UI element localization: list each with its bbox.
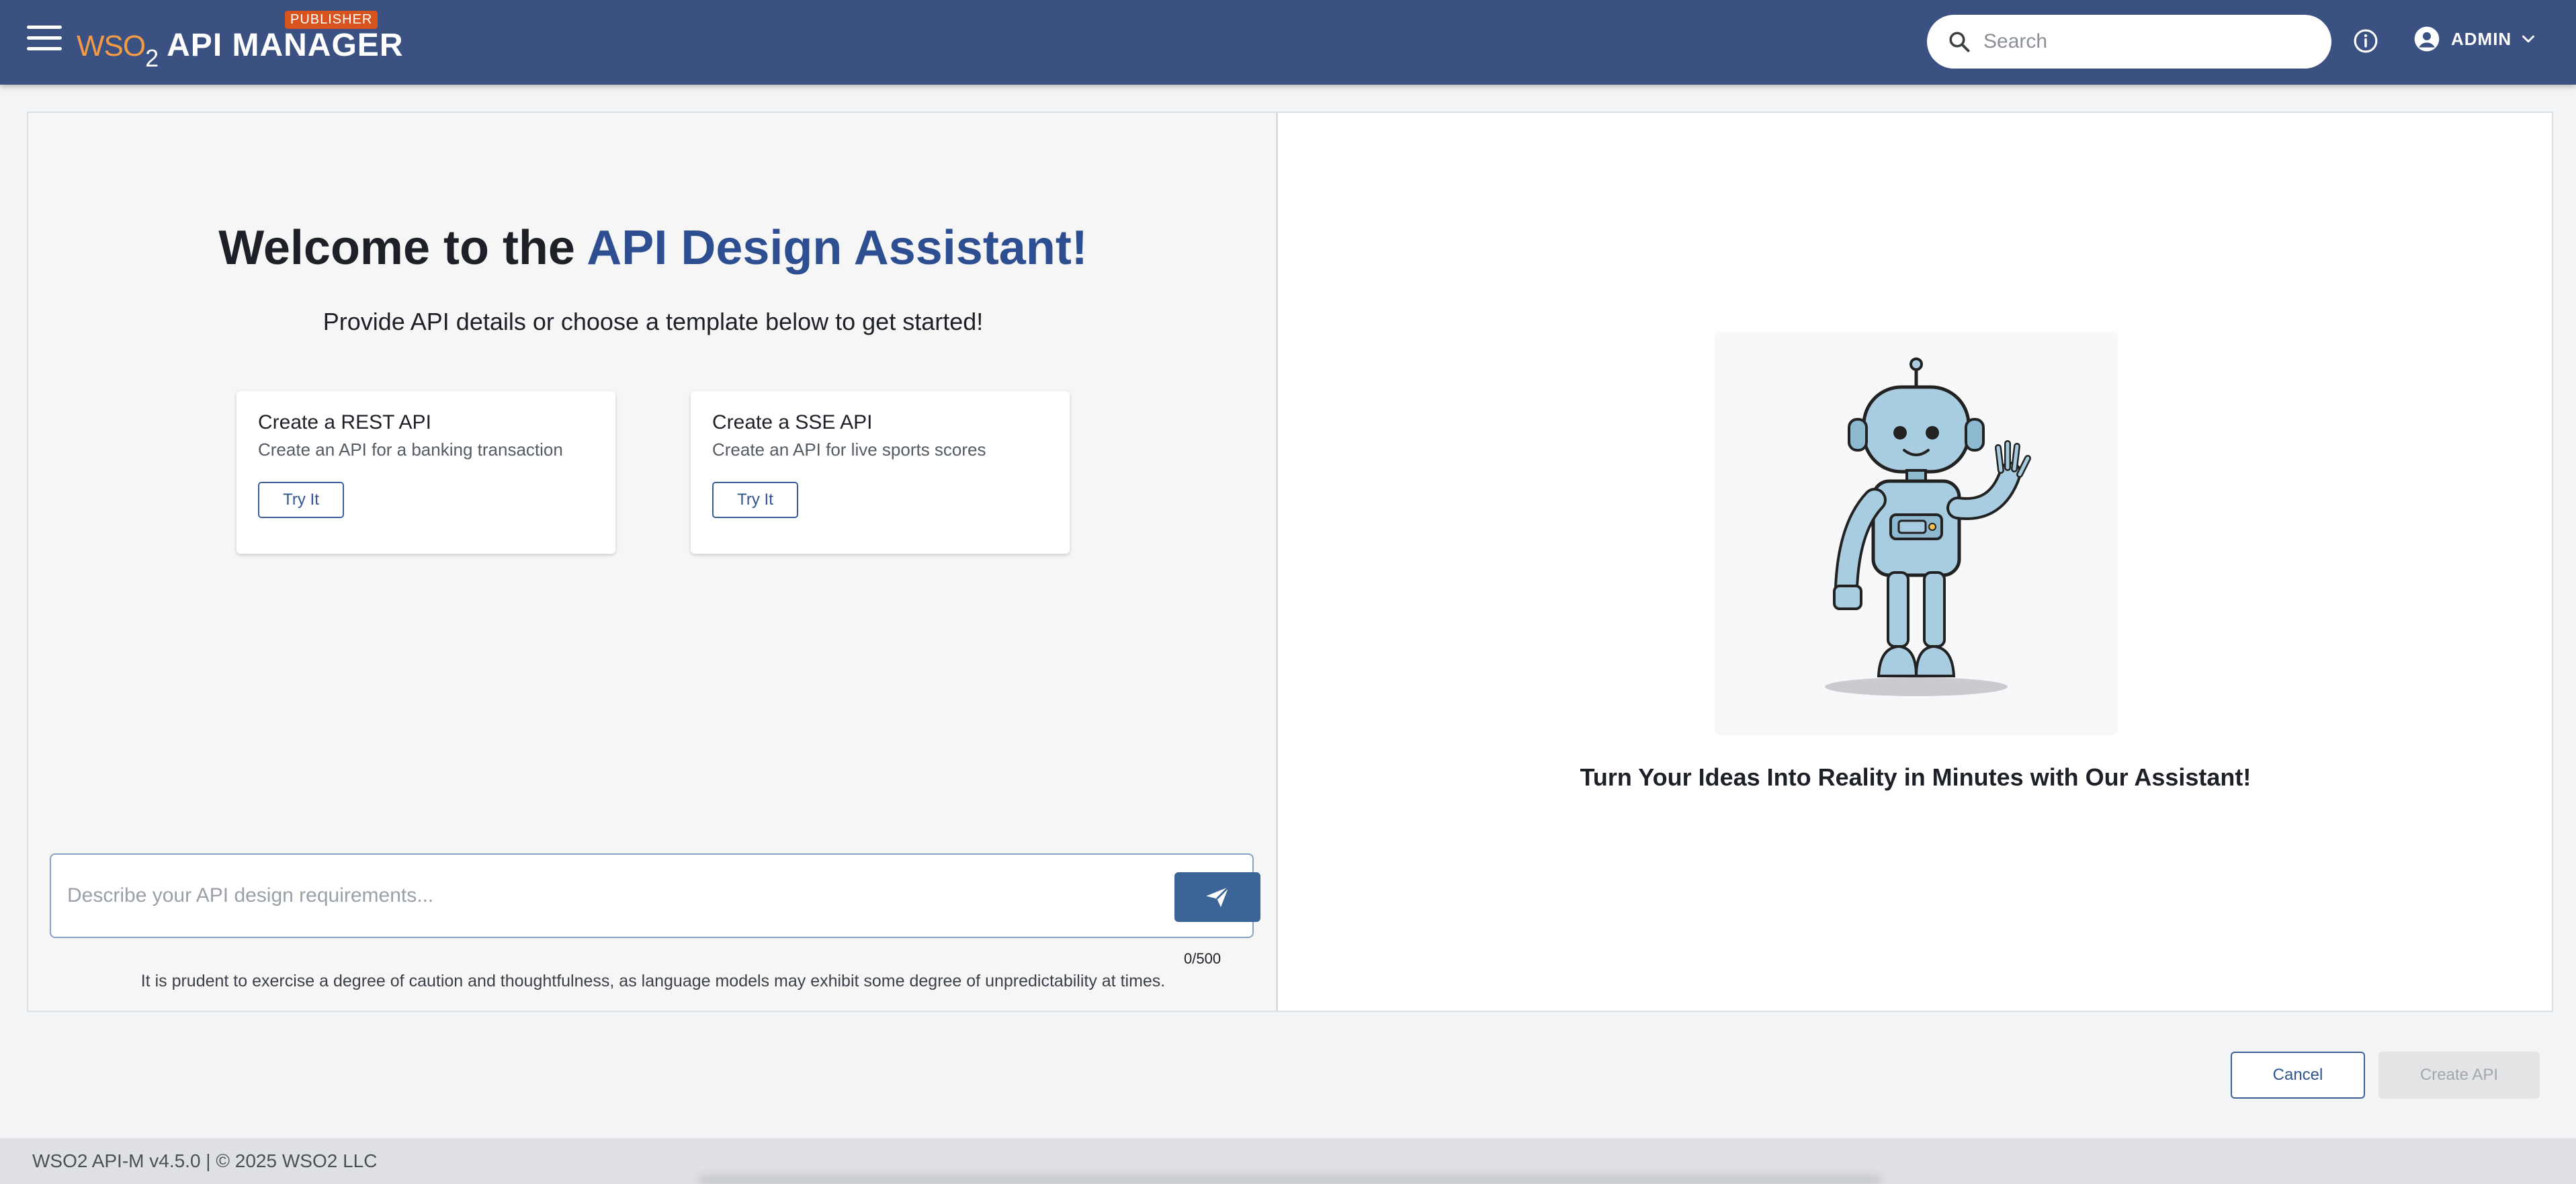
- chevron-down-icon: [2522, 35, 2535, 43]
- send-button[interactable]: [1174, 872, 1260, 922]
- info-icon[interactable]: [2353, 28, 2378, 54]
- robot-illustration: [1715, 332, 2118, 735]
- template-title: Create a SSE API: [712, 411, 873, 433]
- prompt-input[interactable]: [67, 879, 1142, 913]
- footer: WSO2 API-M v4.5.0 | © 2025 WSO2 LLC: [0, 1138, 2576, 1184]
- logo-sub: 2: [145, 44, 159, 72]
- send-icon: [1206, 886, 1230, 907]
- cancel-button[interactable]: Cancel: [2231, 1052, 2365, 1099]
- template-card-rest: Create a REST API Create an API for a ba…: [237, 391, 615, 554]
- user-menu[interactable]: ADMIN: [2413, 26, 2538, 52]
- user-name: ADMIN: [2451, 28, 2512, 49]
- search-icon: [1949, 32, 1970, 52]
- template-card-sse: Create a SSE API Create an API for live …: [691, 391, 1070, 554]
- footer-shadow: [699, 1176, 1881, 1184]
- illustration-panel: Turn Your Ideas Into Reality in Minutes …: [1279, 113, 2552, 1011]
- account-circle-icon: [2414, 26, 2440, 52]
- welcome-heading: Welcome to the API Design Assistant!: [28, 220, 1278, 276]
- chat-panel: Welcome to the API Design Assistant! Pro…: [28, 113, 1278, 1011]
- design-assistant-panel: Welcome to the API Design Assistant! Pro…: [27, 112, 2553, 1012]
- prompt-box: [50, 853, 1260, 938]
- publisher-badge: PUBLISHER: [285, 11, 378, 29]
- welcome-highlight: API Design Assistant!: [587, 221, 1088, 275]
- try-it-button[interactable]: Try It: [258, 482, 344, 518]
- search-input[interactable]: [1983, 30, 2306, 53]
- menu-icon[interactable]: [27, 26, 62, 56]
- create-api-button[interactable]: Create API: [2378, 1052, 2540, 1099]
- template-title: Create a REST API: [258, 411, 431, 433]
- try-it-button[interactable]: Try It: [712, 482, 798, 518]
- welcome-subtitle: Provide API details or choose a template…: [323, 308, 984, 335]
- character-counter: 0/500: [1184, 950, 1221, 967]
- welcome-prefix: Welcome to the: [218, 221, 587, 275]
- search-box[interactable]: [1927, 15, 2331, 69]
- illustration-tagline: Turn Your Ideas Into Reality in Minutes …: [1580, 763, 2251, 791]
- footer-text: WSO2 API-M v4.5.0 | © 2025 WSO2 LLC: [32, 1150, 378, 1171]
- template-description: Create an API for a banking transaction: [258, 439, 563, 460]
- robot-image: [1825, 357, 2031, 696]
- app-logo[interactable]: WSO 2 API MANAGER: [77, 27, 404, 72]
- disclaimer-text: It is prudent to exercise a degree of ca…: [140, 972, 1166, 990]
- template-description: Create an API for live sports scores: [712, 439, 986, 460]
- logo-brand: WSO: [77, 30, 146, 62]
- top-app-bar: WSO 2 API MANAGER PUBLISHER ADMIN: [0, 0, 2576, 85]
- logo-product: API MANAGER: [167, 28, 404, 63]
